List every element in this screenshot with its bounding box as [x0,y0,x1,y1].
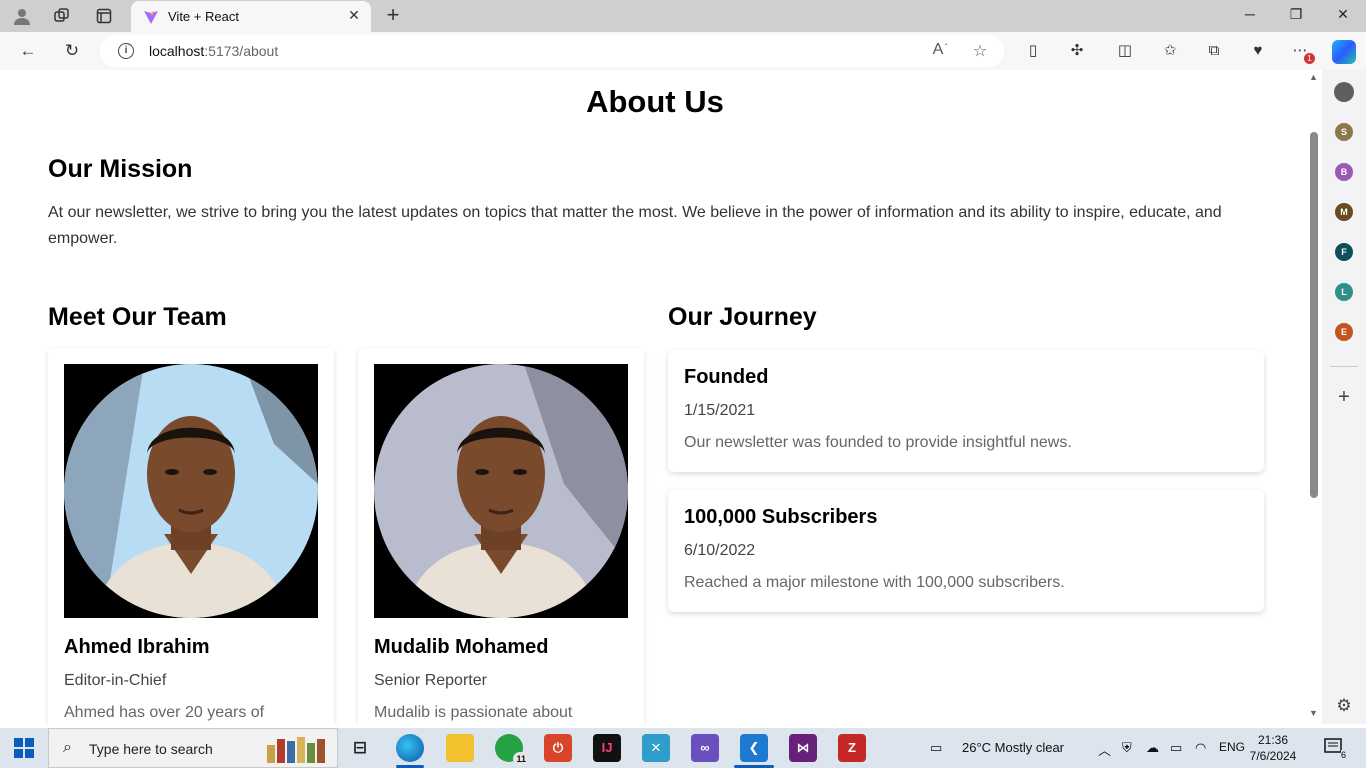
member-photo [64,364,318,618]
settings-more-icon[interactable]: ⋯ 1 [1289,40,1315,64]
tab-title: Vite + React [168,9,239,24]
read-aloud-icon[interactable]: A͘ [928,41,948,59]
clock-time: 21:36 [1257,733,1289,747]
tray-chevron-icon[interactable]: ︿ [1098,740,1111,759]
member-name: Ahmed Ibrahim [64,636,210,658]
journey-event-date: 6/10/2022 [684,542,756,559]
file-explorer-icon[interactable] [446,734,474,762]
journey-event-title: 100,000 Subscribers [684,506,878,528]
team-member-card: Mudalib Mohamed Senior Reporter Mudalib … [358,348,644,724]
address-bar[interactable]: i localhost:5173/about A͘ ☆ [100,35,1004,67]
weather-icon[interactable]: ▭ [930,740,942,756]
sidebar-profile-avatar[interactable]: S [1335,123,1353,141]
vscode-icon[interactable]: ❮ [740,734,768,762]
whatsapp-icon[interactable]: 11 [495,734,529,766]
task-view-icon[interactable]: ⊟ [346,734,374,762]
journey-event-description: Reached a major milestone with 100,000 s… [684,574,1065,591]
back-arrow-icon[interactable]: ← [17,40,39,62]
sidebar-settings-gear-icon[interactable]: ⚙ [1334,696,1354,716]
filezilla-icon[interactable]: Z [838,734,866,762]
taskbar-clock[interactable]: 21:36 7/6/2024 [1248,732,1298,764]
windows-taskbar: ⌕ Type here to search ⊟ 11 ⏻ IJ ✕ ∞ ❮ ⋈ … [0,728,1366,768]
profile-icon[interactable] [11,5,33,27]
sidebar-profile-avatar[interactable]: E [1335,323,1353,341]
notification-badge: 1 [1304,53,1315,64]
sidebar-profile-avatar[interactable]: F [1335,243,1353,261]
search-highlight-books-icon [267,737,325,763]
vite-favicon-icon [144,10,158,24]
battery-icon[interactable]: ▭ [1170,740,1182,756]
sidebar-divider [1330,366,1358,367]
window-close-icon[interactable]: ✕ [1333,6,1353,23]
minimize-icon[interactable]: ─ [1240,6,1260,22]
scroll-down-icon[interactable]: ▼ [1309,708,1318,718]
url-text[interactable]: localhost:5173/about [149,43,278,59]
xampp-icon[interactable]: ✕ [642,734,670,762]
mission-text: At our newsletter, we strive to bring yo… [48,204,1222,247]
scrollbar-thumb[interactable] [1310,132,1318,498]
scroll-up-icon[interactable]: ▲ [1309,72,1318,82]
windows-start-icon[interactable] [14,738,34,758]
taskbar-search-box[interactable]: ⌕ Type here to search [48,728,338,768]
wifi-icon[interactable]: ◠ [1195,740,1206,756]
journey-event-card: 100,000 Subscribers 6/10/2022 Reached a … [668,490,1264,612]
team-heading: Meet Our Team [48,303,227,331]
favorites-icon[interactable]: ✩ [1159,40,1181,62]
extensions-icon[interactable]: ✣ [1066,40,1088,62]
sidebar-add-icon[interactable]: + [1335,386,1353,409]
browser-essentials-icon[interactable]: ♥ [1247,40,1269,62]
split-screen-icon[interactable]: ◫ [1114,40,1136,62]
favorite-star-icon[interactable]: ☆ [970,41,990,61]
copilot-icon[interactable] [1332,40,1356,64]
whatsapp-badge: 11 [513,752,529,766]
tab-close-icon[interactable]: ✕ [345,7,363,25]
page-viewport: About Us Our Mission At our newsletter, … [4,70,1322,724]
journey-event-title: Founded [684,366,769,388]
tab-vite-react[interactable]: Vite + React ✕ [131,1,371,32]
refresh-icon[interactable]: ↻ [61,40,83,62]
clock-date: 7/6/2024 [1249,749,1297,763]
browser-toolbar: ← ↻ i localhost:5173/about A͘ ☆ ▯ ✣ ◫ ✩ … [0,32,1366,70]
collections-icon[interactable]: ⧉ [1203,40,1225,62]
journey-event-date: 1/15/2021 [684,402,756,419]
sidebar-profile-avatar[interactable]: L [1335,283,1353,301]
power-app-icon[interactable]: ⏻ [544,734,572,762]
member-bio: Ahmed has over 20 years of [64,704,265,721]
member-role: Editor-in-Chief [64,672,167,689]
sidebar-search-icon[interactable] [1334,82,1354,102]
visual-studio-icon[interactable]: ∞ [691,734,719,762]
notifications-icon[interactable]: 6 [1324,738,1346,760]
journey-event-description: Our newsletter was founded to provide in… [684,434,1072,451]
mission-heading: Our Mission [48,155,193,183]
notification-count: 6 [1340,750,1346,760]
member-role: Senior Reporter [374,672,487,689]
journey-heading: Our Journey [668,303,817,331]
visual-studio-2-icon[interactable]: ⋈ [789,734,817,762]
member-name: Mudalib Mohamed [374,636,549,658]
sidebar-profile-avatar[interactable]: M [1335,203,1353,221]
weather-text[interactable]: 26°C Mostly clear [962,740,1064,755]
edge-browser-icon[interactable] [396,734,424,762]
search-placeholder: Type here to search [89,741,213,757]
reading-view-icon[interactable]: ▯ [1022,40,1044,62]
browser-tab-bar: Vite + React ✕ + ─ ❐ ✕ [0,0,1366,32]
intellij-icon[interactable]: IJ [593,734,621,762]
member-bio: Mudalib is passionate about [374,704,573,721]
restore-icon[interactable]: ❐ [1286,6,1306,23]
journey-event-card: Founded 1/15/2021 Our newsletter was fou… [668,350,1264,472]
tab-actions-icon[interactable] [93,5,115,27]
member-photo [374,364,628,618]
site-info-icon[interactable]: i [118,43,134,59]
new-tab-icon[interactable]: + [382,4,404,26]
team-member-card: Ahmed Ibrahim Editor-in-Chief Ahmed has … [48,348,334,724]
workspaces-icon[interactable] [51,5,73,27]
language-indicator[interactable]: ENG [1219,740,1245,754]
tray-app-icon[interactable]: ⛨ [1122,740,1132,756]
onedrive-icon[interactable]: ☁ [1146,740,1159,756]
search-icon: ⌕ [63,739,72,756]
sidebar-profile-avatar[interactable]: B [1335,163,1353,181]
page-title: About Us [586,84,724,119]
